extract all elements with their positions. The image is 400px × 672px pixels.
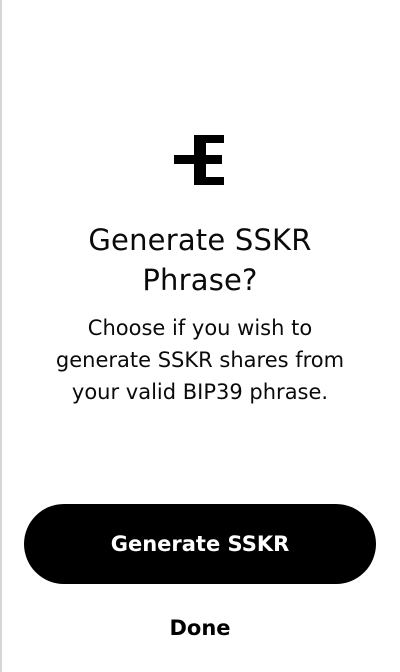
generate-sskr-button-label: Generate SSKR bbox=[110, 532, 290, 556]
dialog-description: Choose if you wish to generate SSKR shar… bbox=[55, 316, 345, 404]
left-border bbox=[0, 0, 2, 672]
dialog-title: Generate SSKR Phrase? bbox=[88, 223, 312, 297]
generate-sskr-button[interactable]: Generate SSKR bbox=[24, 504, 376, 584]
done-button[interactable]: Done bbox=[140, 610, 260, 646]
sskr-logo-icon bbox=[174, 135, 226, 185]
